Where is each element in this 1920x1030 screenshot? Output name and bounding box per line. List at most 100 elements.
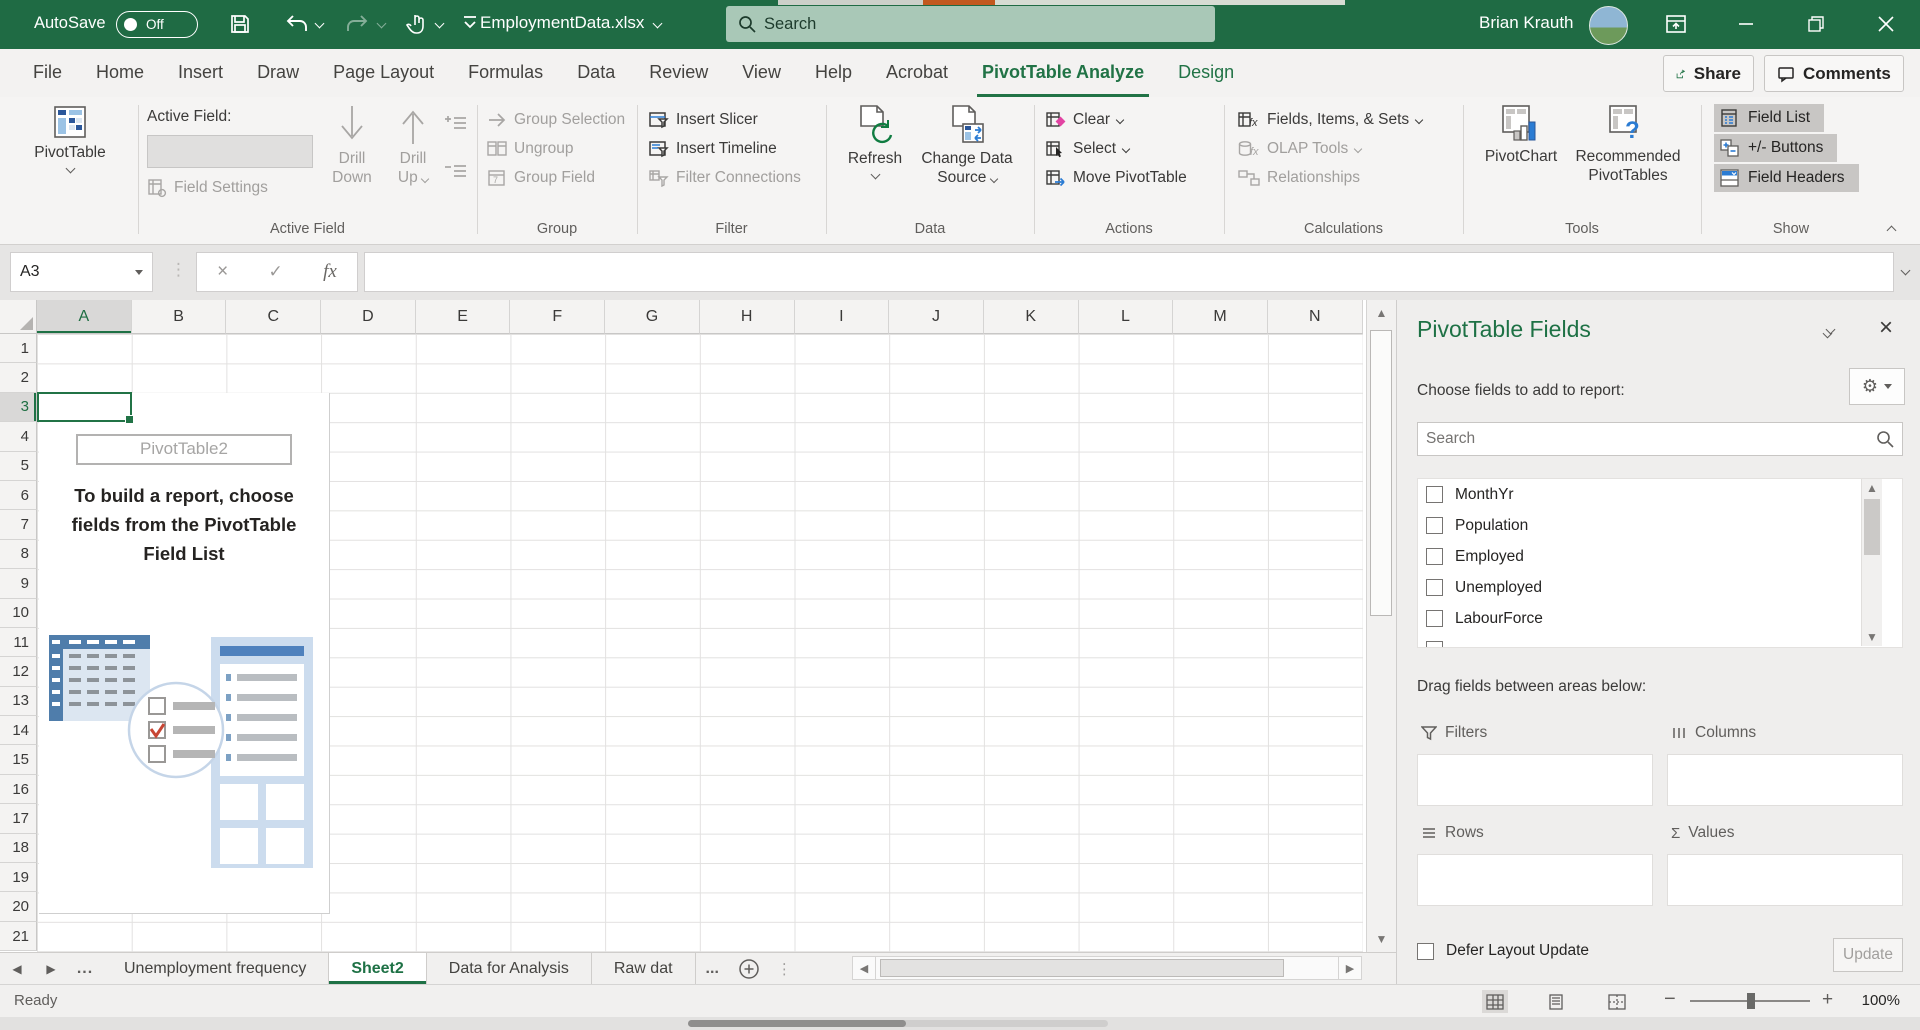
defer-layout-update[interactable]: Defer Layout Update bbox=[1417, 942, 1589, 960]
ribbon-tab[interactable]: Page Layout bbox=[316, 49, 451, 97]
formula-bar-splitter[interactable]: ⋮ bbox=[170, 260, 188, 280]
columns-drop-area[interactable] bbox=[1667, 754, 1903, 806]
tools-gear-button[interactable]: ⚙ bbox=[1849, 368, 1905, 405]
row-header[interactable]: 14 bbox=[0, 716, 37, 745]
touch-mode-dropdown-icon[interactable] bbox=[435, 19, 445, 29]
normal-view-icon[interactable] bbox=[1482, 990, 1508, 1013]
user-avatar[interactable] bbox=[1589, 6, 1628, 45]
row-header[interactable]: 11 bbox=[0, 628, 37, 657]
select-all-corner[interactable] bbox=[0, 300, 37, 334]
save-icon[interactable] bbox=[228, 12, 252, 36]
select-button[interactable]: Select bbox=[1046, 135, 1187, 162]
sheet-nav-left-icon[interactable]: ◀ bbox=[0, 953, 34, 984]
touch-mode-icon[interactable] bbox=[404, 12, 428, 36]
ribbon-display-options-icon[interactable] bbox=[1662, 10, 1690, 38]
restore-window-button[interactable] bbox=[1802, 10, 1830, 38]
field-headers-toggle[interactable]: Field Headers bbox=[1714, 164, 1859, 192]
fields-list-scrollbar[interactable]: ▲ ▼ bbox=[1861, 479, 1882, 646]
pivotchart-button[interactable]: PivotChart bbox=[1478, 104, 1564, 166]
sheet-tab[interactable]: Raw dat bbox=[592, 953, 696, 984]
row-header[interactable]: 12 bbox=[0, 657, 37, 686]
pane-close-icon[interactable]: × bbox=[1879, 314, 1893, 342]
row-header[interactable]: 1 bbox=[0, 334, 37, 363]
name-box[interactable]: A3 bbox=[10, 252, 153, 292]
insert-slicer-button[interactable]: Insert Slicer bbox=[649, 106, 801, 133]
column-header[interactable]: N bbox=[1268, 300, 1363, 334]
customize-quick-access-toolbar-icon[interactable] bbox=[462, 14, 478, 32]
ribbon-tab[interactable]: PivotTable Analyze bbox=[965, 49, 1161, 97]
row-header[interactable]: 8 bbox=[0, 540, 37, 569]
close-window-button[interactable] bbox=[1872, 10, 1900, 38]
field-checkbox-item[interactable]: MonthYr bbox=[1418, 479, 1902, 510]
zoom-in-icon[interactable]: + bbox=[1822, 989, 1833, 1011]
row-header[interactable]: 18 bbox=[0, 834, 37, 863]
scroll-up-icon[interactable]: ▲ bbox=[1367, 300, 1396, 326]
sheet-nav-right-icon[interactable]: ▶ bbox=[34, 953, 68, 984]
column-header[interactable]: D bbox=[321, 300, 416, 334]
ribbon-tab[interactable]: Formulas bbox=[451, 49, 560, 97]
new-sheet-button[interactable] bbox=[729, 953, 769, 984]
vertical-scrollbar[interactable]: ▲ ▼ bbox=[1366, 300, 1396, 952]
fields-scroll-up-icon[interactable]: ▲ bbox=[1862, 479, 1882, 497]
sheet-tab[interactable]: Data for Analysis bbox=[427, 953, 592, 984]
vertical-scroll-thumb[interactable] bbox=[1370, 330, 1392, 616]
formula-input[interactable] bbox=[364, 252, 1894, 292]
pivottable-button[interactable]: PivotTable bbox=[20, 104, 120, 172]
name-box-dropdown-icon[interactable] bbox=[135, 270, 143, 275]
values-drop-area[interactable] bbox=[1667, 854, 1903, 906]
ribbon-tab[interactable]: Home bbox=[79, 49, 161, 97]
refresh-button[interactable]: Refresh bbox=[842, 104, 908, 178]
row-header[interactable]: 9 bbox=[0, 569, 37, 598]
ribbon-tab[interactable]: File bbox=[16, 49, 79, 97]
column-header[interactable]: E bbox=[416, 300, 511, 334]
row-header[interactable]: 10 bbox=[0, 599, 37, 628]
row-header[interactable]: 4 bbox=[0, 422, 37, 451]
row-header[interactable]: 5 bbox=[0, 452, 37, 481]
ribbon-tab[interactable]: Data bbox=[560, 49, 632, 97]
field-checkbox-item[interactable]: LabourForce bbox=[1418, 603, 1902, 634]
tab-bar-splitter[interactable]: ⋮ bbox=[769, 953, 800, 984]
insert-timeline-button[interactable]: Insert Timeline bbox=[649, 135, 801, 162]
share-button[interactable]: Share bbox=[1663, 55, 1754, 92]
recommended-pivottables-button[interactable]: ? RecommendedPivotTables bbox=[1566, 104, 1690, 185]
fields-items-sets-button[interactable]: fx Fields, Items, & Sets bbox=[1238, 106, 1422, 133]
scroll-down-icon[interactable]: ▼ bbox=[1367, 926, 1396, 952]
sheet-tab[interactable]: Sheet2 bbox=[329, 953, 426, 984]
column-header[interactable]: J bbox=[889, 300, 984, 334]
sheet-tab-overflow[interactable]: ... bbox=[696, 953, 729, 984]
minimize-button[interactable] bbox=[1732, 10, 1760, 38]
ribbon-tab[interactable]: Design bbox=[1161, 49, 1251, 97]
fields-search-box[interactable]: Search bbox=[1417, 422, 1903, 456]
comments-button[interactable]: Comments bbox=[1764, 55, 1904, 92]
zoom-out-icon[interactable]: − bbox=[1664, 988, 1676, 1011]
hscroll-right-icon[interactable]: ▶ bbox=[1338, 956, 1362, 980]
field-checkbox-item[interactable]: Employed bbox=[1418, 541, 1902, 572]
zoom-percentage[interactable]: 100% bbox=[1852, 992, 1900, 1009]
ribbon-tab[interactable]: Insert bbox=[161, 49, 240, 97]
row-header[interactable]: 13 bbox=[0, 687, 37, 716]
ribbon-tab[interactable]: Draw bbox=[240, 49, 316, 97]
plus-minus-buttons-toggle[interactable]: +/- Buttons bbox=[1714, 134, 1837, 162]
column-header[interactable]: B bbox=[132, 300, 227, 334]
collapse-ribbon-icon[interactable] bbox=[1887, 226, 1897, 236]
fields-scroll-thumb[interactable] bbox=[1864, 499, 1880, 555]
field-list-toggle[interactable]: Field List bbox=[1714, 104, 1824, 132]
expand-formula-bar-icon[interactable] bbox=[1901, 266, 1911, 276]
horizontal-scrollbar[interactable]: ◀ ▶ bbox=[852, 956, 1362, 980]
hscroll-left-icon[interactable]: ◀ bbox=[852, 956, 876, 980]
autosave-toggle[interactable]: Off bbox=[116, 11, 198, 38]
row-header[interactable]: 15 bbox=[0, 745, 37, 774]
clear-button[interactable]: Clear bbox=[1046, 106, 1187, 133]
fill-handle[interactable] bbox=[125, 415, 134, 424]
zoom-slider-thumb[interactable] bbox=[1747, 993, 1755, 1009]
row-header[interactable]: 19 bbox=[0, 863, 37, 892]
rows-drop-area[interactable] bbox=[1417, 854, 1653, 906]
column-header[interactable]: L bbox=[1079, 300, 1174, 334]
row-header[interactable]: 3 bbox=[0, 393, 37, 422]
sheet-tab[interactable]: Unemployment frequency bbox=[102, 953, 329, 984]
ribbon-tab[interactable]: Acrobat bbox=[869, 49, 965, 97]
change-data-source-button[interactable]: Change DataSource bbox=[908, 104, 1026, 187]
column-header[interactable]: I bbox=[795, 300, 890, 334]
fields-scroll-down-icon[interactable]: ▼ bbox=[1862, 628, 1882, 646]
horizontal-scroll-thumb[interactable] bbox=[880, 959, 1284, 977]
